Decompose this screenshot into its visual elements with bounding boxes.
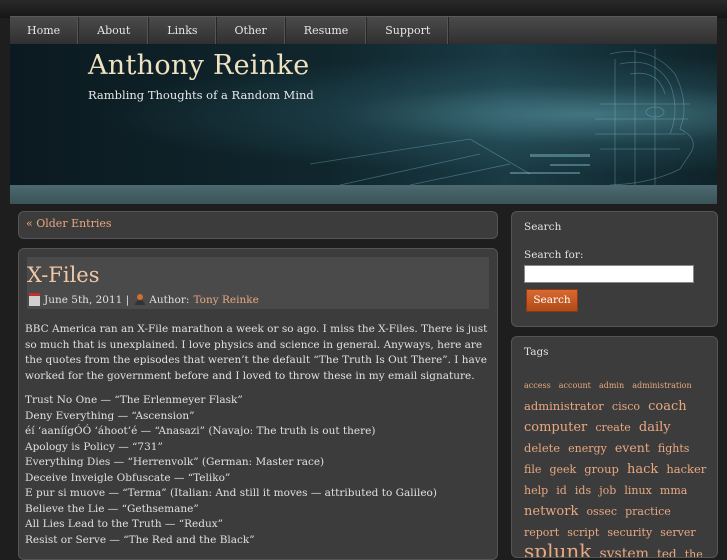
tag-link[interactable]: computer xyxy=(524,420,587,435)
quote-line: Trust No One — “The Erlenmeyer Flask” xyxy=(25,394,243,406)
tag-link[interactable]: practice xyxy=(625,505,671,518)
tag-link[interactable]: id xyxy=(556,484,567,497)
tag-link[interactable]: mma xyxy=(660,484,687,497)
quote-line: Apology is Policy — “731” xyxy=(25,440,163,453)
calendar-icon xyxy=(29,293,40,306)
nav-links[interactable]: Links xyxy=(149,17,217,45)
post-header: X-Files June 5th, 2011 | Author: Tony Re… xyxy=(27,257,489,309)
older-entries-box: « Older Entries xyxy=(18,211,498,239)
post-date: June 5th, 2011 | xyxy=(44,293,130,306)
tag-link[interactable]: ids xyxy=(575,484,591,497)
nav-about[interactable]: About xyxy=(79,17,150,45)
older-entries-link[interactable]: « Older Entries xyxy=(26,217,112,230)
tags-widget: Tags access account admin administration… xyxy=(511,336,718,558)
tag-link[interactable]: file xyxy=(524,463,541,476)
author-icon xyxy=(135,294,146,305)
tag-link[interactable]: ossec xyxy=(586,505,617,518)
tag-link[interactable]: job xyxy=(599,484,616,497)
tag-link[interactable]: event xyxy=(615,440,650,455)
tag-link[interactable]: splunk xyxy=(524,539,591,557)
search-input[interactable] xyxy=(524,265,694,283)
tag-link[interactable]: security xyxy=(607,526,652,539)
quote-line: Everything Dies — “Herrenvolk” (German: … xyxy=(25,456,325,468)
tag-link[interactable]: administrator xyxy=(524,399,604,413)
post: X-Files June 5th, 2011 | Author: Tony Re… xyxy=(18,248,498,560)
tag-link[interactable]: group xyxy=(584,462,619,476)
post-title[interactable]: X-Files xyxy=(27,263,100,287)
tag-link[interactable]: linux xyxy=(624,484,651,497)
tag-link[interactable]: admin xyxy=(599,381,624,390)
tag-link[interactable]: script xyxy=(567,526,599,539)
tag-link[interactable]: coach xyxy=(648,399,687,414)
nav-resume[interactable]: Resume xyxy=(286,17,368,45)
site-tagline: Rambling Thoughts of a Random Mind xyxy=(88,88,314,102)
nav-support[interactable]: Support xyxy=(367,17,450,45)
quote-line: Deceive Inveigle Obfuscate — “Teliko” xyxy=(25,471,231,484)
tag-link[interactable]: hacker xyxy=(666,462,706,476)
tag-link[interactable]: cisco xyxy=(612,400,640,413)
tag-link[interactable]: network xyxy=(524,504,578,519)
tag-link[interactable]: hack xyxy=(627,462,658,477)
post-meta: June 5th, 2011 | Author: Tony Reinke xyxy=(29,293,259,306)
tag-link[interactable]: account xyxy=(559,381,591,390)
tag-link[interactable]: fights xyxy=(658,442,690,455)
tag-cloud: access account admin administration admi… xyxy=(524,373,710,557)
tag-link[interactable]: access xyxy=(524,381,551,390)
search-button[interactable]: Search xyxy=(526,289,578,312)
tag-link[interactable]: ted xyxy=(657,547,677,557)
header-strip xyxy=(10,185,717,204)
quote-line: All Lies Lead to the Truth — “Redux” xyxy=(25,518,224,530)
quote-line: Believe the Lie — “Gethsemane” xyxy=(25,502,199,515)
main-nav: Home About Links Other Resume Support xyxy=(10,16,717,45)
post-intro: BBC America ran an X-File marathon a wee… xyxy=(25,323,488,382)
quote-line: Resist or Serve — “The Red and the Black… xyxy=(25,533,255,546)
nav-other[interactable]: Other xyxy=(217,17,286,45)
search-label: Search for: xyxy=(524,249,584,261)
quote-line: E pur si muove — “Terma” (Italian: And s… xyxy=(25,487,437,499)
site-header: Anthony Reinke Rambling Thoughts of a Ra… xyxy=(10,44,717,185)
quote-list: Trust No One — “The Erlenmeyer Flask” De… xyxy=(25,393,493,548)
post-body: BBC America ran an X-File marathon a wee… xyxy=(25,322,493,548)
tag-link[interactable]: administration xyxy=(632,381,691,390)
tag-link[interactable]: daily xyxy=(639,420,671,435)
quote-line: éí ‘aaníígÓÓ ‘áhoot’é — “Anasazi” (Navaj… xyxy=(25,425,376,437)
tags-widget-title: Tags xyxy=(524,346,549,358)
tag-link[interactable]: the xyxy=(685,548,703,557)
author-label: Author: xyxy=(149,293,190,306)
tag-link[interactable]: geek xyxy=(549,463,576,476)
search-widget-title: Search xyxy=(524,221,562,233)
tag-link[interactable]: delete xyxy=(524,441,560,455)
nav-home[interactable]: Home xyxy=(10,17,80,45)
tag-link[interactable]: help xyxy=(524,484,548,497)
search-widget: Search Search for: Search xyxy=(511,211,718,327)
tag-link[interactable]: create xyxy=(595,421,630,434)
site-title[interactable]: Anthony Reinke xyxy=(88,50,309,81)
tag-link[interactable]: energy xyxy=(568,442,607,455)
quote-line: Deny Everything — “Ascension” xyxy=(25,409,195,422)
tag-link[interactable]: system xyxy=(599,546,648,557)
author-link[interactable]: Tony Reinke xyxy=(193,294,258,306)
tag-link[interactable]: report xyxy=(524,526,559,539)
tag-link[interactable]: server xyxy=(660,526,695,539)
